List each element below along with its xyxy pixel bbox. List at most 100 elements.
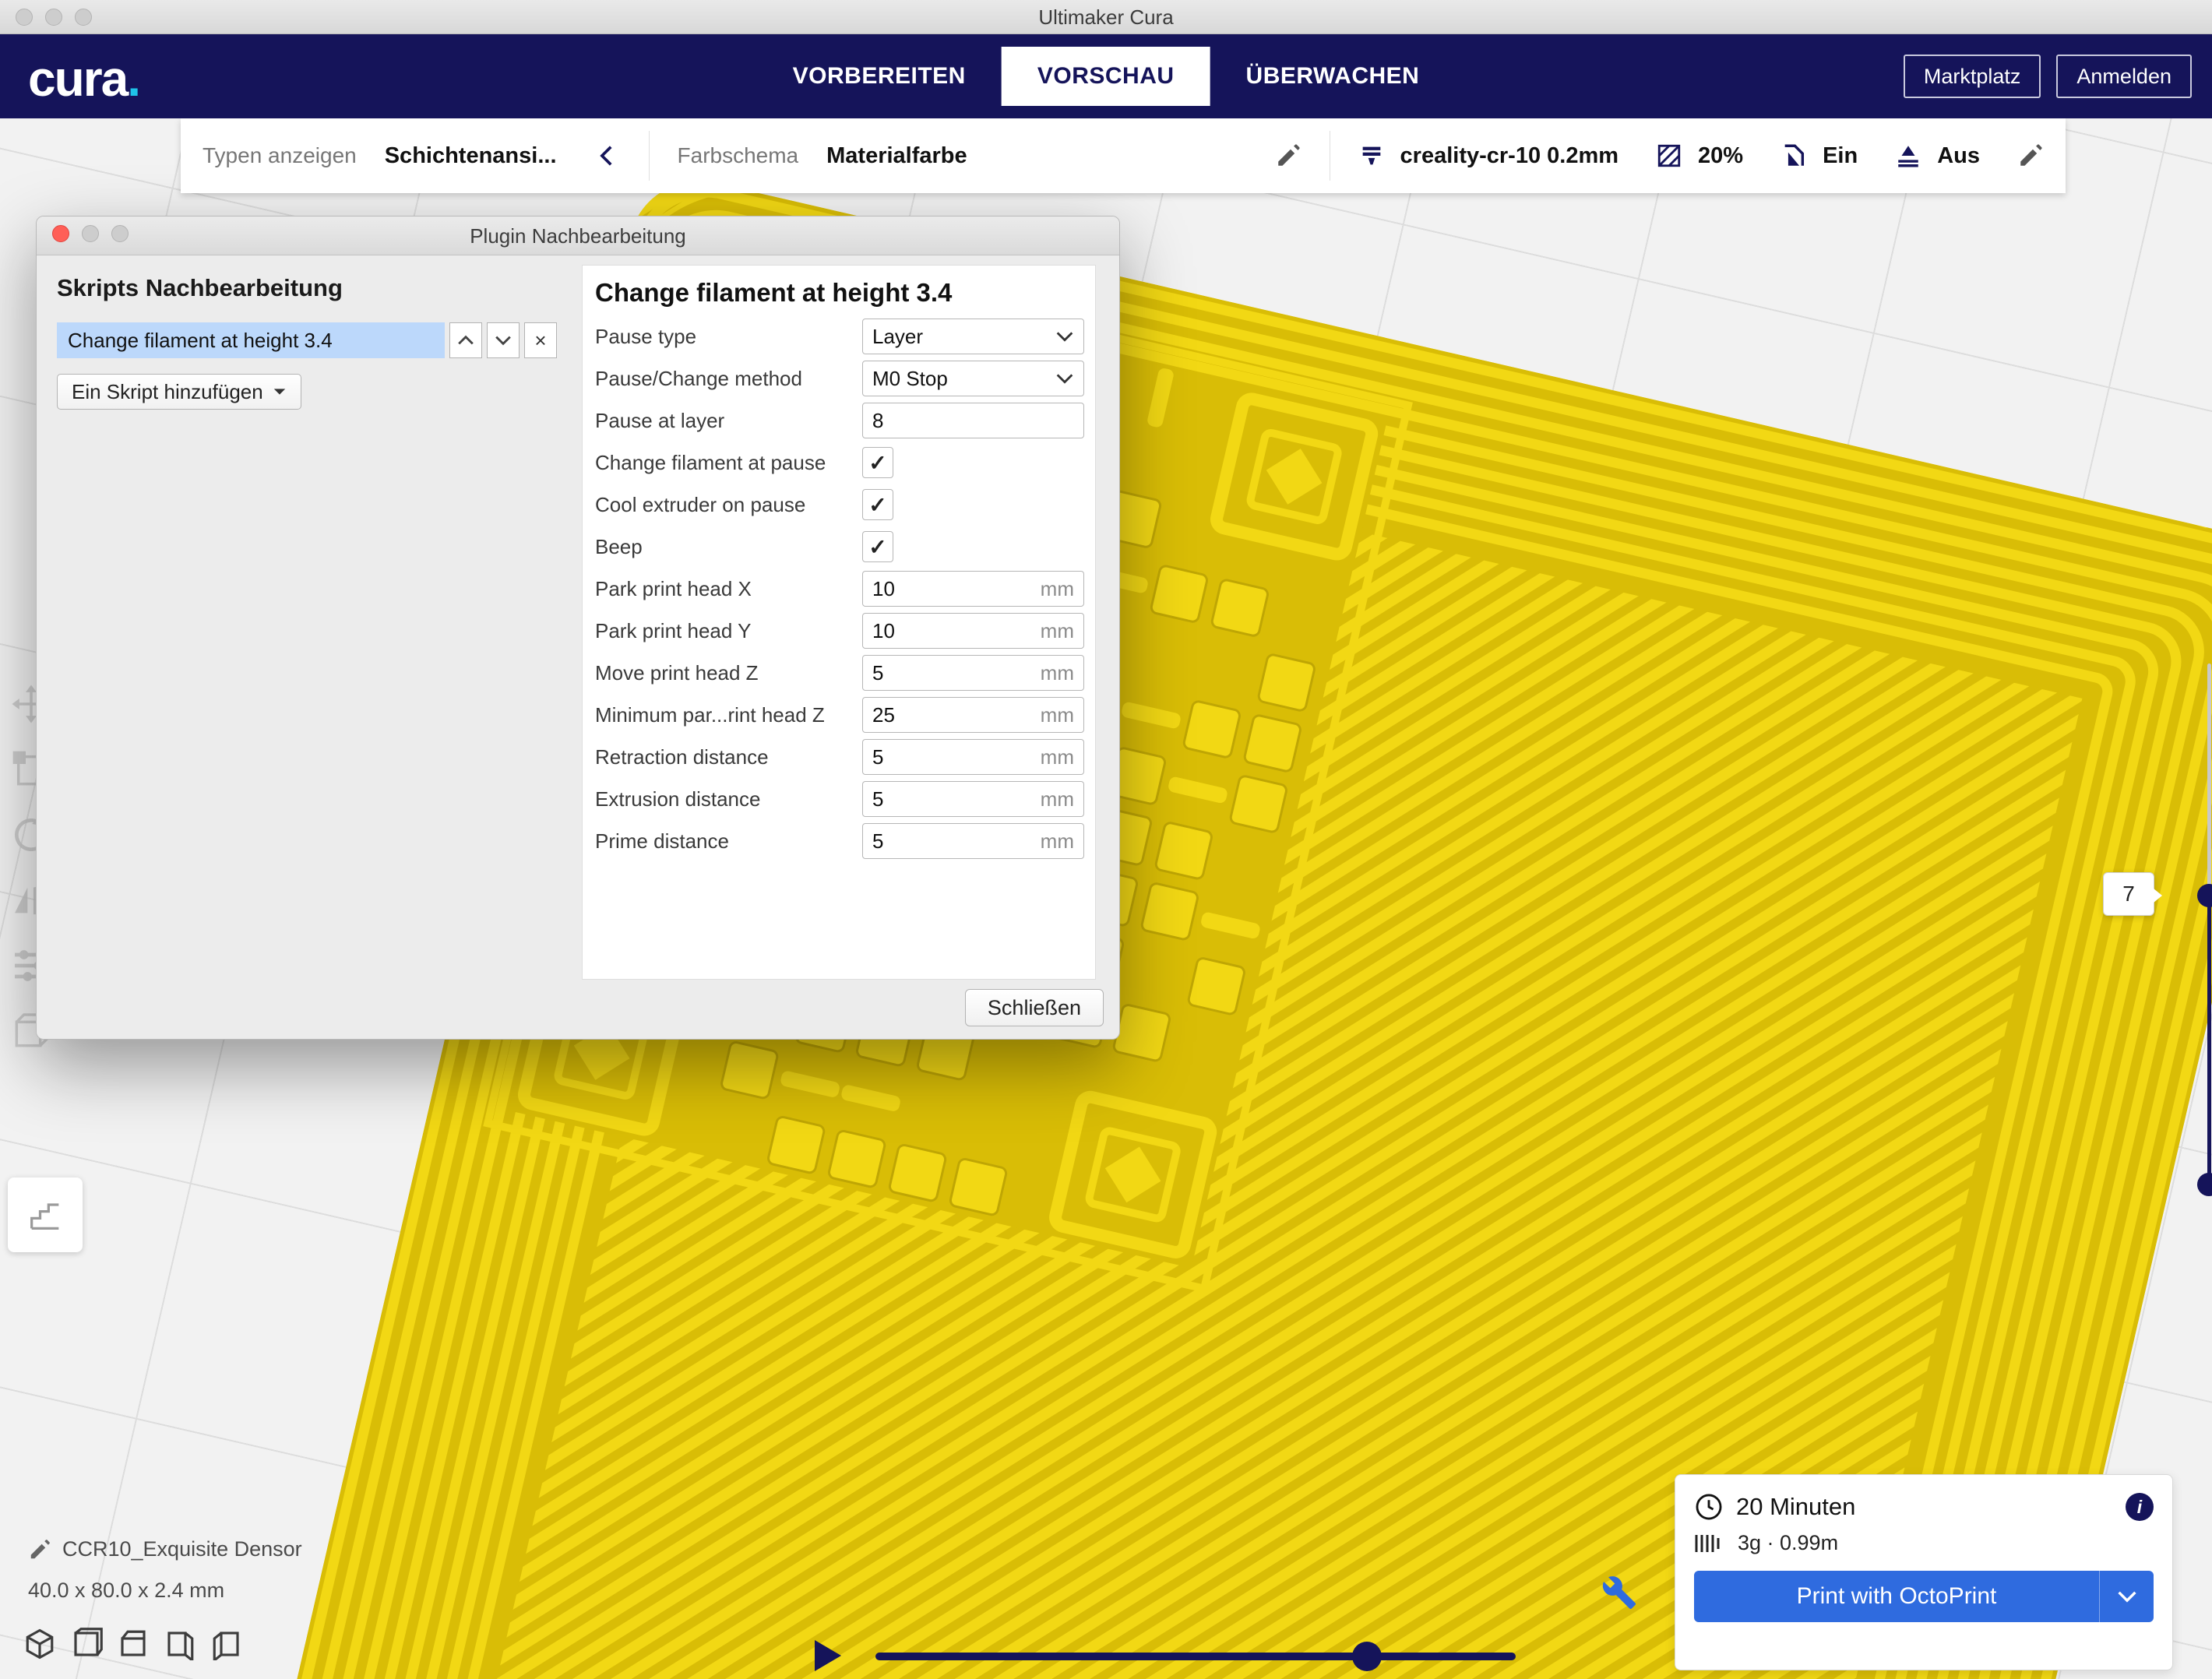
field-label: Pause at layer	[595, 409, 862, 433]
layers-stairs-icon	[25, 1195, 65, 1235]
field-label: Retraction distance	[595, 745, 862, 769]
field-input[interactable]: 5mm	[862, 655, 1084, 691]
field-label: Park print head X	[595, 577, 862, 601]
close-dialog-button[interactable]: Schließen	[965, 989, 1104, 1026]
move-script-down-button[interactable]	[487, 322, 520, 358]
support-value[interactable]: Ein	[1823, 143, 1858, 169]
print-time: 20 Minuten	[1736, 1493, 2113, 1521]
field-row: Retraction distance5mm	[583, 736, 1095, 778]
view-type-value[interactable]: Schichtenansi...	[385, 143, 557, 169]
layer-number-tooltip: 7	[2103, 872, 2154, 916]
printer-profile[interactable]: creality-cr-10 0.2mm	[1400, 143, 1619, 169]
remove-script-button[interactable]: ×	[524, 322, 557, 358]
tab-vorschau[interactable]: VORSCHAU	[1002, 47, 1210, 106]
field-checkbox[interactable]: ✓	[862, 531, 893, 562]
script-settings-heading: Change filament at height 3.4	[583, 266, 1095, 315]
field-row: Minimum par...rint head Z25mm	[583, 694, 1095, 736]
app-header: cura. VORBEREITEN VORSCHAU ÜBERWACHEN Ma…	[0, 34, 2212, 118]
field-row: Pause/Change methodM0 Stop	[583, 357, 1095, 400]
unit-label: mm	[1041, 829, 1074, 854]
field-row: Pause typeLayer	[583, 315, 1095, 357]
script-settings-rows: Pause typeLayerPause/Change methodM0 Sto…	[583, 315, 1095, 862]
selected-script-item[interactable]: Change filament at height 3.4	[57, 322, 445, 358]
field-dropdown[interactable]: M0 Stop	[862, 361, 1084, 396]
tab-vorbereiten[interactable]: VORBEREITEN	[757, 34, 1002, 118]
model-size: 40.0 x 80.0 x 2.4 mm	[28, 1579, 302, 1603]
field-input[interactable]: 25mm	[862, 697, 1084, 733]
cura-logo: cura.	[28, 50, 139, 107]
unit-label: mm	[1041, 577, 1074, 601]
scripts-heading: Skripts Nachbearbeitung	[57, 274, 343, 302]
edit-view-pencil-icon[interactable]	[1275, 143, 1301, 169]
stage-tabs: VORBEREITEN VORSCHAU ÜBERWACHEN	[757, 34, 1456, 118]
field-label: Pause/Change method	[595, 367, 862, 391]
field-row: Change filament at pause✓	[583, 442, 1095, 484]
timeline-slider-handle[interactable]	[1352, 1642, 1382, 1671]
field-dropdown[interactable]: Layer	[862, 319, 1084, 354]
object-left-icon[interactable]	[164, 1628, 196, 1660]
rename-model-pencil-icon[interactable]	[28, 1538, 51, 1561]
field-row: Park print head X10mm	[583, 568, 1095, 610]
field-input[interactable]: 8	[862, 403, 1084, 438]
adhesion-value[interactable]: Aus	[1937, 143, 1980, 169]
object-right-icon[interactable]	[210, 1628, 243, 1660]
adhesion-icon	[1895, 143, 1921, 169]
object-front-icon[interactable]	[70, 1628, 103, 1660]
marketplace-button[interactable]: Marktplatz	[1904, 55, 2041, 98]
field-input[interactable]: 10mm	[862, 613, 1084, 649]
unit-label: mm	[1041, 619, 1074, 643]
play-icon[interactable]	[815, 1640, 841, 1671]
object-top-icon[interactable]	[117, 1628, 150, 1660]
field-row: Extrusion distance5mm	[583, 778, 1095, 820]
field-label: Prime distance	[595, 829, 862, 854]
chevron-left-icon[interactable]	[594, 143, 621, 169]
macos-titlebar: Ultimaker Cura	[0, 0, 2212, 34]
move-script-up-button[interactable]	[449, 322, 482, 358]
sign-in-button[interactable]: Anmelden	[2056, 55, 2192, 98]
clock-icon	[1694, 1492, 1724, 1522]
field-row: Move print head Z5mm	[583, 652, 1095, 694]
object-solid-icon[interactable]	[23, 1628, 56, 1660]
field-label: Move print head Z	[595, 661, 862, 685]
post-processing-dialog: Plugin Nachbearbeitung Skripts Nachbearb…	[36, 216, 1120, 1040]
view-type-label: Typen anzeigen	[203, 143, 357, 168]
field-row: Prime distance5mm	[583, 820, 1095, 862]
info-icon[interactable]: i	[2126, 1493, 2154, 1521]
timeline-slider[interactable]	[875, 1653, 1516, 1660]
unit-label: mm	[1041, 745, 1074, 769]
print-options-chevron[interactable]	[2099, 1571, 2154, 1622]
field-checkbox[interactable]: ✓	[862, 489, 893, 520]
printer-nozzle-icon	[1358, 143, 1385, 169]
add-script-button[interactable]: Ein Skript hinzufügen	[57, 374, 301, 410]
model-name: CCR10_Exquisite Densor	[62, 1537, 302, 1561]
field-label: Cool extruder on pause	[595, 493, 862, 517]
field-checkbox[interactable]: ✓	[862, 447, 893, 478]
field-input[interactable]: 5mm	[862, 739, 1084, 775]
field-label: Extrusion distance	[595, 787, 862, 811]
infill-value[interactable]: 20%	[1698, 143, 1743, 169]
chevron-down-icon	[273, 387, 287, 396]
object-list-panel[interactable]	[8, 1177, 83, 1252]
field-label: Park print head Y	[595, 619, 862, 643]
infill-icon	[1656, 143, 1682, 169]
field-input[interactable]: 10mm	[862, 571, 1084, 607]
print-settings-wrench-icon[interactable]	[1601, 1575, 1637, 1610]
material-usage: 3g · 0.99m	[1738, 1531, 1838, 1555]
dialog-title: Plugin Nachbearbeitung	[37, 216, 1119, 255]
field-input[interactable]: 5mm	[862, 781, 1084, 817]
color-scheme-value[interactable]: Materialfarbe	[826, 143, 967, 169]
print-summary-panel: 20 Minuten i 3g · 0.99m Print with OctoP…	[1675, 1474, 2173, 1670]
print-with-octoprint-button[interactable]: Print with OctoPrint	[1694, 1571, 2154, 1622]
field-input[interactable]: 5mm	[862, 823, 1084, 859]
field-label: Pause type	[595, 325, 862, 349]
edit-print-settings-pencil-icon[interactable]	[2017, 143, 2044, 169]
view-toolbar: Typen anzeigen Schichtenansi... Farbsche…	[181, 118, 2066, 193]
chevron-down-icon	[1055, 373, 1074, 384]
material-usage-icon	[1694, 1532, 1725, 1555]
field-label: Change filament at pause	[595, 451, 862, 475]
dialog-titlebar[interactable]: Plugin Nachbearbeitung	[37, 216, 1119, 255]
unit-label: mm	[1041, 661, 1074, 685]
field-row: Pause at layer8	[583, 400, 1095, 442]
script-settings-panel: Change filament at height 3.4 Pause type…	[582, 265, 1096, 980]
tab-ueberwachen[interactable]: ÜBERWACHEN	[1210, 34, 1456, 118]
